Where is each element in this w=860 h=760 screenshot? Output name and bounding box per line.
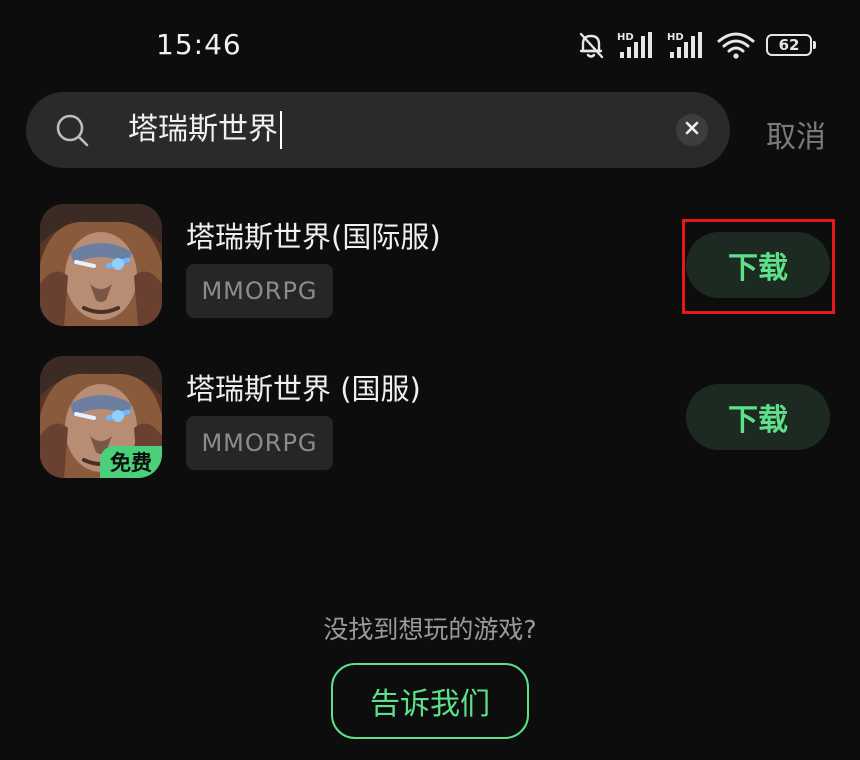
search-bar[interactable]: 塔瑞斯世界 — [26, 92, 730, 168]
signal-hd-icon: HD — [616, 30, 656, 60]
search-results-screen: 15:46 HD HD 62 塔瑞斯世界 取消 塔瑞斯世界(国际服) MMORP… — [0, 0, 860, 760]
wifi-icon — [716, 30, 756, 60]
game-icon-image[interactable]: 免费 — [40, 356, 162, 478]
text-caret — [280, 111, 282, 149]
genre-tag: MMORPG — [186, 416, 333, 470]
result-item[interactable]: 免费 塔瑞斯世界 (国服) MMORPG 下载 — [0, 352, 860, 482]
tell-us-button[interactable]: 告诉我们 — [331, 663, 529, 739]
search-input[interactable]: 塔瑞斯世界 — [128, 108, 282, 152]
search-query: 塔瑞斯世界 — [128, 112, 278, 147]
game-icon-image[interactable] — [40, 204, 162, 326]
battery-level: 62 — [766, 34, 812, 56]
svg-text:HD: HD — [617, 32, 634, 43]
download-button[interactable]: 下载 — [686, 384, 830, 450]
svg-text:HD: HD — [667, 32, 684, 43]
status-icons: HD HD 62 — [576, 30, 816, 60]
search-icon — [54, 112, 90, 152]
game-title[interactable]: 塔瑞斯世界(国际服) — [186, 214, 441, 256]
mute-bell-icon — [576, 30, 606, 60]
clear-search-button[interactable] — [676, 114, 708, 146]
free-badge: 免费 — [100, 446, 162, 478]
not-found-prompt: 没找到想玩的游戏? — [323, 615, 537, 644]
cancel-button[interactable]: 取消 — [766, 112, 826, 156]
genre-tag: MMORPG — [186, 264, 333, 318]
close-icon — [684, 120, 700, 140]
highlight-box — [682, 219, 835, 314]
status-time: 15:46 — [156, 28, 242, 61]
game-title[interactable]: 塔瑞斯世界 (国服) — [186, 366, 421, 408]
signal-hd-icon: HD — [666, 30, 706, 60]
battery-icon: 62 — [766, 34, 816, 56]
